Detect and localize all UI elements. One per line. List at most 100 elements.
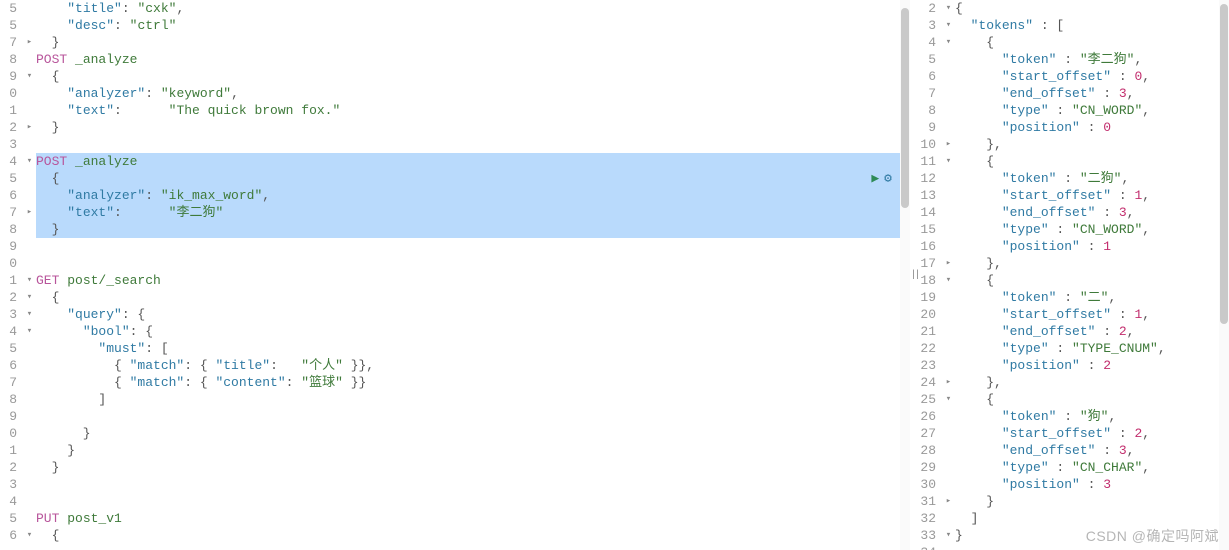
fold-toggle-icon[interactable] xyxy=(23,119,36,136)
code-line[interactable]: { xyxy=(36,170,910,187)
fold-toggle-icon[interactable] xyxy=(23,323,36,340)
code-line[interactable]: }, xyxy=(955,136,1229,153)
fold-toggle-icon[interactable] xyxy=(942,374,955,391)
code-line[interactable]: "start_offset" : 1, xyxy=(955,306,1229,323)
fold-toggle-icon[interactable] xyxy=(23,272,36,289)
code-line[interactable]: "end_offset" : 3, xyxy=(955,442,1229,459)
scrollbar-left[interactable] xyxy=(900,0,910,550)
fold-spacer xyxy=(942,68,955,85)
code-line[interactable]: { xyxy=(955,153,1229,170)
code-line[interactable]: "desc": "ctrl" xyxy=(36,17,910,34)
fold-toggle-icon[interactable] xyxy=(23,527,36,544)
code-line[interactable]: "must": [ xyxy=(36,340,910,357)
code-line[interactable]: PUT post_v1 xyxy=(36,510,910,527)
code-line[interactable]: "token" : "狗", xyxy=(955,408,1229,425)
code-line[interactable]: } xyxy=(36,459,910,476)
code-line[interactable]: "text": "李二狗" xyxy=(36,204,910,221)
code-line[interactable]: } xyxy=(955,493,1229,510)
code-line[interactable]: "end_offset" : 2, xyxy=(955,323,1229,340)
code-line[interactable]: }, xyxy=(955,255,1229,272)
code-line[interactable]: { xyxy=(36,527,910,544)
code-line[interactable]: POST _analyze xyxy=(36,51,910,68)
code-line[interactable]: "start_offset" : 2, xyxy=(955,425,1229,442)
code-line[interactable]: "type" : "CN_WORD", xyxy=(955,102,1229,119)
fold-toggle-icon[interactable] xyxy=(942,272,955,289)
code-line[interactable]: "position" : 3 xyxy=(955,476,1229,493)
code-line[interactable]: "analyzer": "ik_max_word", xyxy=(36,187,910,204)
code-line[interactable]: { "match": { "title": "个人" }}, xyxy=(36,357,910,374)
code-line[interactable]: "type" : "CN_WORD", xyxy=(955,221,1229,238)
fold-toggle-icon[interactable] xyxy=(23,204,36,221)
fold-toggle-icon[interactable] xyxy=(942,153,955,170)
code-line[interactable]: "position" : 0 xyxy=(955,119,1229,136)
scrollbar-thumb-right[interactable] xyxy=(1220,4,1228,324)
code-line[interactable]: "type" : "CN_CHAR", xyxy=(955,459,1229,476)
code-line[interactable]: { "match": { "content": "篮球" }} xyxy=(36,374,910,391)
code-line[interactable]: POST _analyze xyxy=(36,153,910,170)
code-line[interactable]: "bool": { xyxy=(36,323,910,340)
fold-toggle-icon[interactable] xyxy=(23,68,36,85)
scrollbar-right[interactable] xyxy=(1219,0,1229,550)
code-token: : xyxy=(1056,171,1079,186)
code-line[interactable]: "position" : 1 xyxy=(955,238,1229,255)
fold-toggle-icon[interactable] xyxy=(23,34,36,51)
code-line[interactable] xyxy=(36,136,910,153)
code-line[interactable]: "analyzer": "keyword", xyxy=(36,85,910,102)
code-line[interactable]: ] xyxy=(36,391,910,408)
divider-handle-icon[interactable]: || xyxy=(910,267,918,284)
code-line[interactable]: "title": "cxk", xyxy=(36,0,910,17)
fold-toggle-icon[interactable] xyxy=(942,255,955,272)
fold-toggle-icon[interactable] xyxy=(23,153,36,170)
code-line[interactable]: { xyxy=(955,0,1229,17)
fold-toggle-icon[interactable] xyxy=(942,0,955,17)
response-content[interactable]: { "tokens" : [ { "token" : "李二狗", "start… xyxy=(955,0,1229,550)
fold-toggle-icon[interactable] xyxy=(942,17,955,34)
fold-toggle-icon[interactable] xyxy=(942,391,955,408)
code-line[interactable] xyxy=(36,493,910,510)
code-token: : xyxy=(122,1,138,16)
fold-toggle-icon[interactable] xyxy=(942,34,955,51)
code-line[interactable]: "position" : 2 xyxy=(955,357,1229,374)
code-line[interactable]: "start_offset" : 0, xyxy=(955,68,1229,85)
fold-toggle-icon[interactable] xyxy=(23,306,36,323)
code-line[interactable]: }, xyxy=(955,374,1229,391)
code-line[interactable]: { xyxy=(36,289,910,306)
settings-icon[interactable]: ⚙ xyxy=(884,170,892,187)
fold-toggle-icon[interactable] xyxy=(942,493,955,510)
code-line[interactable]: } xyxy=(36,119,910,136)
code-line[interactable]: "type" : "TYPE_CNUM", xyxy=(955,340,1229,357)
fold-toggle-icon[interactable] xyxy=(942,527,955,544)
code-line[interactable]: } xyxy=(36,442,910,459)
pane-divider[interactable]: || xyxy=(910,0,919,550)
line-number: 3 xyxy=(0,136,17,153)
run-query-icon[interactable]: ▶ xyxy=(871,170,879,187)
code-line[interactable]: "end_offset" : 3, xyxy=(955,85,1229,102)
code-line[interactable]: ] xyxy=(955,510,1229,527)
code-line[interactable]: } xyxy=(36,221,910,238)
code-line[interactable] xyxy=(36,255,910,272)
code-line[interactable] xyxy=(36,408,910,425)
fold-toggle-icon[interactable] xyxy=(942,136,955,153)
code-line[interactable]: "query": { xyxy=(36,306,910,323)
scrollbar-thumb-left[interactable] xyxy=(901,8,909,208)
code-line[interactable] xyxy=(36,476,910,493)
code-token: : xyxy=(145,188,161,203)
code-line[interactable]: { xyxy=(36,68,910,85)
code-line[interactable]: { xyxy=(955,272,1229,289)
code-line[interactable]: } xyxy=(36,34,910,51)
code-line[interactable]: GET post/_search xyxy=(36,272,910,289)
code-line[interactable] xyxy=(36,238,910,255)
request-editor-content[interactable]: "title": "cxk", "desc": "ctrl" }POST _an… xyxy=(36,0,910,544)
code-line[interactable]: "text": "The quick brown fox." xyxy=(36,102,910,119)
code-line[interactable]: { xyxy=(955,391,1229,408)
fold-toggle-icon[interactable] xyxy=(23,289,36,306)
code-line[interactable]: "end_offset" : 3, xyxy=(955,204,1229,221)
code-line[interactable]: "token" : "二狗", xyxy=(955,170,1229,187)
code-line[interactable]: "token" : "二", xyxy=(955,289,1229,306)
code-line[interactable]: "tokens" : [ xyxy=(955,17,1229,34)
code-line[interactable]: "start_offset" : 1, xyxy=(955,187,1229,204)
code-line[interactable]: "token" : "李二狗", xyxy=(955,51,1229,68)
code-line[interactable]: { xyxy=(955,34,1229,51)
code-line[interactable]: } xyxy=(36,425,910,442)
code-token: _analyze xyxy=(75,154,137,169)
